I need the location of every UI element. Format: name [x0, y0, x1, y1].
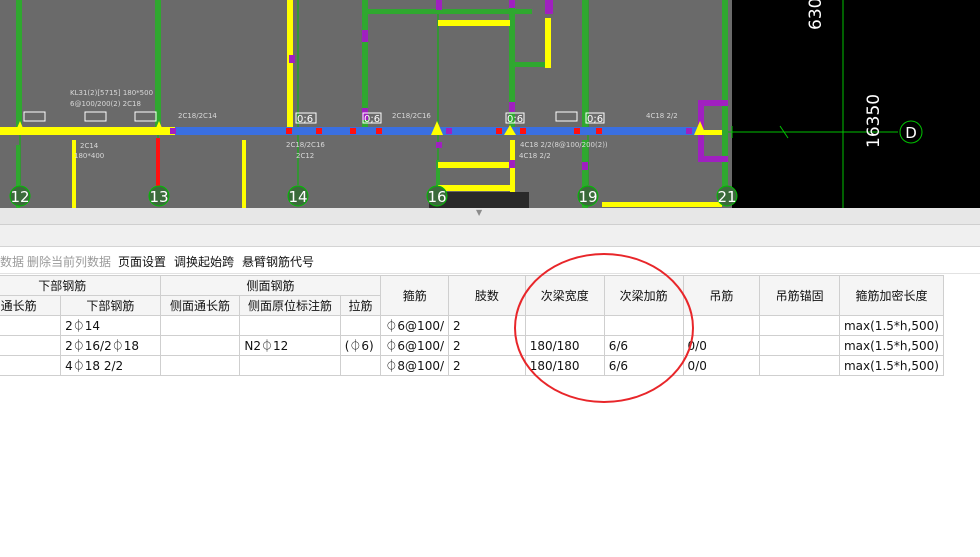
swap-start-span-button[interactable]: 调换起始跨	[174, 253, 234, 270]
table-toolbar: 数据 删除当前列数据 页面设置 调换起始跨 悬臂钢筋代号	[0, 247, 980, 274]
cell-hanger-anchor[interactable]	[759, 315, 840, 336]
axis-label-19: 19	[578, 188, 597, 206]
axis-label-21: 21	[717, 188, 736, 206]
cell-bottom-rebar[interactable]: 4⏀18 2/2	[60, 355, 161, 376]
cell-tie[interactable]: (⏀6)	[339, 335, 382, 356]
dimension-630: 630	[806, 0, 826, 30]
cell-side-original[interactable]	[239, 355, 341, 376]
delete-column-data-button[interactable]: 删除当前列数据	[27, 253, 111, 270]
cell-bottom-rebar[interactable]: 2⏀16/2⏀18	[60, 335, 161, 356]
cell-stirrup[interactable]: ⏀8@100/	[380, 355, 450, 376]
cell-bottom-through[interactable]	[0, 315, 62, 336]
axis-label-12: 12	[10, 188, 29, 206]
cell-side-through[interactable]	[159, 335, 241, 356]
dimension-16350: 16350	[864, 94, 884, 148]
cell-hanger-anchor[interactable]	[759, 335, 840, 356]
column-header-tie: 拉筋	[339, 295, 382, 316]
column-header-side-through: 侧面通长筋	[159, 295, 241, 316]
cell-dense-length[interactable]: max(1.5*h,500)	[838, 315, 945, 336]
cell-side-through[interactable]	[159, 315, 241, 336]
beam-annotation: 2C18/2C14	[178, 112, 217, 120]
beam-annotation: 2C14	[80, 142, 99, 150]
column-header-dense-length: 箍筋加密长度	[838, 275, 945, 316]
cad-drawing-canvas[interactable]: 0;6 0;6 0;6 0;6 KL31(2)[5715] 180*500 6@…	[0, 0, 980, 208]
axis-label-14: 14	[288, 188, 307, 206]
cell-stirrup[interactable]: ⏀6@100/	[380, 315, 450, 336]
beam-annotation: 4C18 2/2	[519, 152, 551, 160]
beam-annotation: 4C18 2/2(8@100/200(2))	[520, 141, 608, 149]
axis-label-16: 16	[427, 188, 446, 206]
beam-annotation: 2C18/2C16	[392, 112, 431, 120]
table-row: 2⏀16/2⏀18 N2⏀12 (⏀6) ⏀6@100/ 2 180/180 6…	[0, 335, 945, 356]
table-row: 2⏀14 ⏀6@100/ 2 max(1.5*h,500)	[0, 315, 945, 336]
page-setup-button[interactable]: 页面设置	[118, 253, 166, 270]
cell-tie[interactable]	[339, 355, 382, 376]
column-header-legs: 肢数	[448, 275, 526, 316]
cell-side-through[interactable]	[159, 355, 241, 376]
table-row: 4⏀18 2/2 ⏀8@100/ 2 180/180 6/6 0/0 max(1…	[0, 355, 945, 376]
beam-annotation: KL31(2)[5715] 180*500	[70, 89, 153, 97]
beam-annotation: 2C18/2C16	[286, 141, 325, 149]
toolbar-data-button[interactable]: 数据	[0, 253, 24, 270]
cell-dense-length[interactable]: max(1.5*h,500)	[838, 335, 945, 356]
cell-tie[interactable]	[339, 315, 382, 336]
beam-plan-drawing: 0;6 0;6 0;6 0;6 KL31(2)[5715] 180*500 6@…	[0, 0, 980, 208]
span-label: 0;6	[507, 114, 523, 125]
cell-hanger[interactable]: 0/0	[682, 335, 761, 356]
column-header-hanger: 吊筋	[682, 275, 761, 316]
cell-dense-length[interactable]: max(1.5*h,500)	[838, 355, 945, 376]
cell-bottom-through[interactable]	[0, 335, 62, 356]
axis-label-d: D	[905, 124, 917, 142]
splitter-grip-icon[interactable]: ▼	[476, 208, 482, 217]
cell-bottom-through[interactable]	[0, 355, 62, 376]
column-header-side-original: 侧面原位标注筋	[239, 295, 341, 316]
beam-annotation: 6@100/200(2) 2C18	[70, 100, 141, 108]
panel-splitter[interactable]: ▼	[0, 208, 980, 225]
span-label: 0;6	[297, 114, 313, 125]
cell-hanger[interactable]	[682, 315, 761, 336]
span-label: 0;6	[587, 114, 603, 125]
axis-label-13: 13	[149, 188, 168, 206]
red-highlight-circle	[514, 253, 694, 403]
cell-bottom-rebar[interactable]: 2⏀14	[60, 315, 161, 336]
group-header-side-rebar: 侧面钢筋	[159, 275, 382, 296]
beam-annotation: 180*400	[74, 152, 104, 160]
cell-legs[interactable]: 2	[448, 335, 526, 356]
cell-side-original[interactable]: N2⏀12	[239, 335, 341, 356]
column-header-bottom-rebar: 下部钢筋	[60, 295, 161, 316]
column-header-stirrup: 箍筋	[380, 275, 450, 316]
cell-stirrup[interactable]: ⏀6@100/	[380, 335, 450, 356]
beam-annotation: 4C18 2/2	[646, 112, 678, 120]
span-label: 0;6	[364, 114, 380, 125]
cell-side-original[interactable]	[239, 315, 341, 336]
rebar-input-table: 下部钢筋 侧面钢筋 箍筋 肢数 次梁宽度 次梁加筋 吊筋 吊筋锚固 箍筋加密长度…	[0, 275, 945, 376]
cantilever-rebar-code-button[interactable]: 悬臂钢筋代号	[242, 253, 314, 270]
cell-hanger[interactable]: 0/0	[682, 355, 761, 376]
group-header-bottom-rebar: 下部钢筋	[0, 275, 161, 296]
cell-legs[interactable]: 2	[448, 355, 526, 376]
cell-hanger-anchor[interactable]	[759, 355, 840, 376]
column-header-bottom-through: 下通长筋	[0, 295, 62, 316]
column-header-hanger-anchor: 吊筋锚固	[759, 275, 840, 316]
beam-annotation: 2C12	[296, 152, 314, 160]
